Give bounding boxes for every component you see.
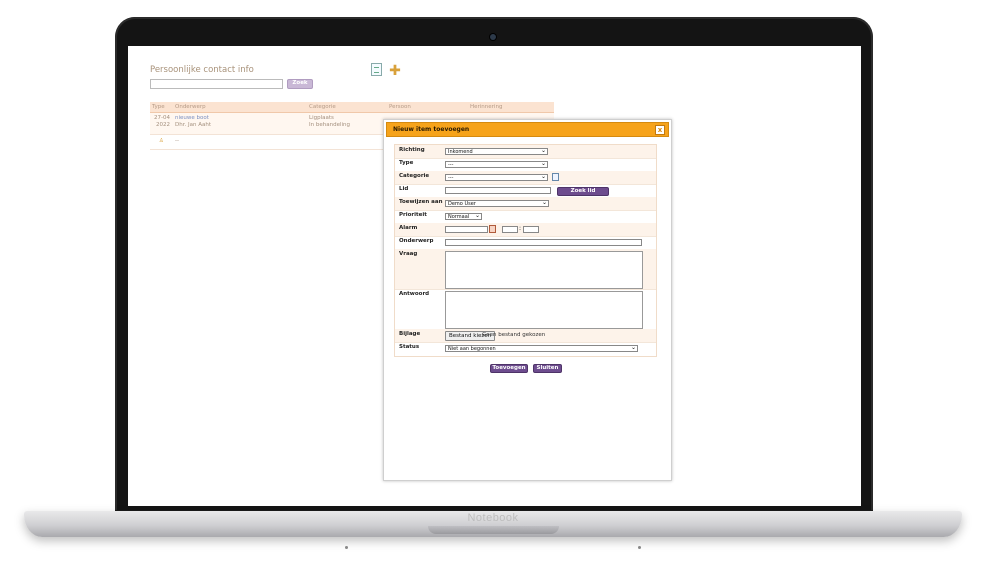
antwoord-textarea[interactable] bbox=[445, 291, 643, 329]
categorie-select[interactable]: --- bbox=[445, 173, 548, 181]
col-onderwerp[interactable]: Onderwerp bbox=[175, 104, 206, 110]
type-select[interactable]: --- bbox=[445, 160, 548, 168]
new-item-dialog: Nieuw item toevoegen x Richting Inkomend… bbox=[383, 119, 672, 481]
toewijzen-select[interactable]: Demo User bbox=[445, 199, 549, 207]
alarm-minute-input[interactable] bbox=[523, 226, 539, 233]
vraag-label: Vraag bbox=[399, 251, 418, 257]
row-date-year: 2022 bbox=[156, 122, 170, 128]
row-person: Dhr. Jan Aaht bbox=[175, 122, 211, 128]
onderwerp-input[interactable] bbox=[445, 239, 642, 246]
lid-input[interactable] bbox=[445, 187, 551, 194]
form-row-status: Status Niet aan begonnen bbox=[395, 342, 656, 355]
row-date: 27-04 bbox=[154, 115, 170, 121]
add-icon[interactable]: ✚ bbox=[389, 64, 401, 78]
search-button[interactable]: Zoek bbox=[287, 79, 313, 89]
toewijzen-label: Toewijzen aan bbox=[399, 199, 443, 205]
alarm-label: Alarm bbox=[399, 225, 418, 231]
form-row-vraag: Vraag bbox=[395, 249, 656, 290]
search-input[interactable] bbox=[150, 79, 283, 89]
calendar-icon[interactable] bbox=[489, 225, 496, 233]
form-row-antwoord: Antwoord bbox=[395, 289, 656, 330]
zoek-lid-button[interactable]: Zoek lid bbox=[557, 187, 609, 196]
alarm-separator: : bbox=[519, 225, 522, 232]
form-row-lid: Lid Zoek lid bbox=[395, 184, 656, 198]
prioriteit-select[interactable]: Normaal bbox=[445, 212, 482, 220]
laptop-foot bbox=[638, 546, 641, 549]
close-icon[interactable]: x bbox=[655, 125, 665, 135]
richting-label: Richting bbox=[399, 147, 425, 153]
col-persoon[interactable]: Persoon bbox=[389, 104, 411, 110]
form-row-bijlage: Bijlage Bestand kiezen Geen bestand geko… bbox=[395, 329, 656, 343]
form-row-type: Type --- bbox=[395, 158, 656, 172]
row-subject-link[interactable]: nieuwe boot bbox=[175, 115, 209, 121]
item-form: Richting Inkomend Type --- Categorie ---… bbox=[394, 144, 657, 357]
screen: Persoonlijke contact info Zoek ✚ Type On… bbox=[128, 46, 861, 506]
laptop-brand: Notebook bbox=[467, 512, 519, 524]
onderwerp-label: Onderwerp bbox=[399, 238, 434, 244]
edit-icon[interactable] bbox=[552, 173, 559, 181]
file-status-text: Geen bestand gekozen bbox=[482, 332, 546, 338]
bijlage-label: Bijlage bbox=[399, 331, 421, 337]
lid-label: Lid bbox=[399, 186, 409, 192]
antwoord-label: Antwoord bbox=[399, 291, 430, 297]
person-icon: ♙ bbox=[159, 138, 164, 144]
alarm-date-input[interactable] bbox=[445, 226, 488, 233]
type-label: Type bbox=[399, 160, 414, 166]
document-icon[interactable] bbox=[371, 63, 382, 76]
laptop-notch bbox=[428, 526, 559, 534]
close-button[interactable]: Sluiten bbox=[533, 364, 562, 373]
form-row-onderwerp: Onderwerp bbox=[395, 236, 656, 250]
row-category: Ligplaats bbox=[309, 115, 334, 121]
dialog-header: Nieuw item toevoegen x bbox=[386, 122, 669, 137]
alarm-hour-input[interactable] bbox=[502, 226, 518, 233]
status-label: Status bbox=[399, 344, 420, 350]
prioriteit-label: Prioriteit bbox=[399, 212, 427, 218]
status-select[interactable]: Niet aan begonnen bbox=[445, 344, 638, 352]
col-herinnering[interactable]: Herinnering bbox=[470, 104, 502, 110]
dialog-title: Nieuw item toevoegen bbox=[393, 126, 470, 133]
categorie-label: Categorie bbox=[399, 173, 430, 179]
row-status: In behandeling bbox=[309, 122, 350, 128]
add-button[interactable]: Toevoegen bbox=[490, 364, 528, 373]
form-row-toewijzen: Toewijzen aan Demo User bbox=[395, 197, 656, 211]
vraag-textarea[interactable] bbox=[445, 251, 643, 289]
richting-select[interactable]: Inkomend bbox=[445, 147, 548, 155]
camera-icon bbox=[490, 34, 496, 40]
form-row-richting: Richting Inkomend bbox=[395, 145, 656, 159]
form-row-categorie: Categorie --- bbox=[395, 171, 656, 185]
table-header: Type Onderwerp Categorie Persoon Herinne… bbox=[150, 102, 554, 113]
laptop-foot bbox=[345, 546, 348, 549]
form-row-alarm: Alarm : bbox=[395, 223, 656, 237]
form-row-prioriteit: Prioriteit Normaal bbox=[395, 210, 656, 224]
col-categorie[interactable]: Categorie bbox=[309, 104, 336, 110]
page-title: Persoonlijke contact info bbox=[150, 65, 254, 75]
row-subject: -- bbox=[175, 138, 179, 144]
col-type[interactable]: Type bbox=[152, 104, 165, 110]
